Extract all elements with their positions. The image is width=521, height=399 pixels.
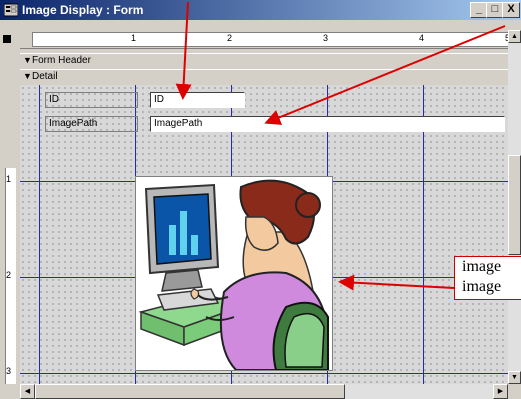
form-design-window: Image Display : Form _ □ X 1 2 3 4 5 1 2… (0, 0, 521, 399)
arrow-to-imagepath-field (264, 25, 506, 125)
arrow-to-id-field (175, 1, 192, 100)
arrow-to-image-control (338, 274, 455, 291)
annotation-arrows (175, 1, 506, 291)
